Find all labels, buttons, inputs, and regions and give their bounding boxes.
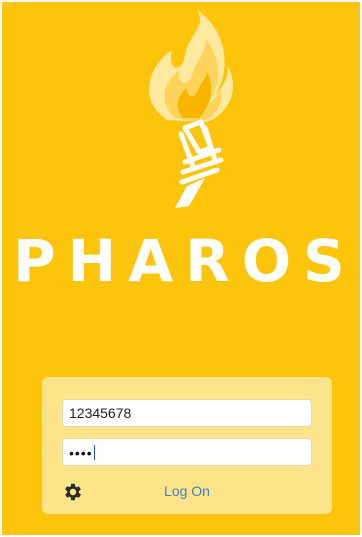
login-panel: •••• Log On: [42, 377, 332, 514]
username-input[interactable]: [63, 400, 311, 426]
text-caret: [93, 445, 96, 460]
logon-button[interactable]: Log On: [142, 483, 232, 499]
brand-logo-text: PHAROS: [13, 227, 357, 295]
app-screen: PHAROS •••• Log On: [2, 2, 360, 535]
password-input[interactable]: ••••: [69, 445, 96, 461]
gear-icon[interactable]: [62, 481, 84, 503]
torch-icon: [127, 10, 247, 220]
password-mask: ••••: [69, 445, 93, 461]
password-field[interactable]: ••••: [62, 438, 312, 466]
username-field[interactable]: [62, 399, 312, 427]
